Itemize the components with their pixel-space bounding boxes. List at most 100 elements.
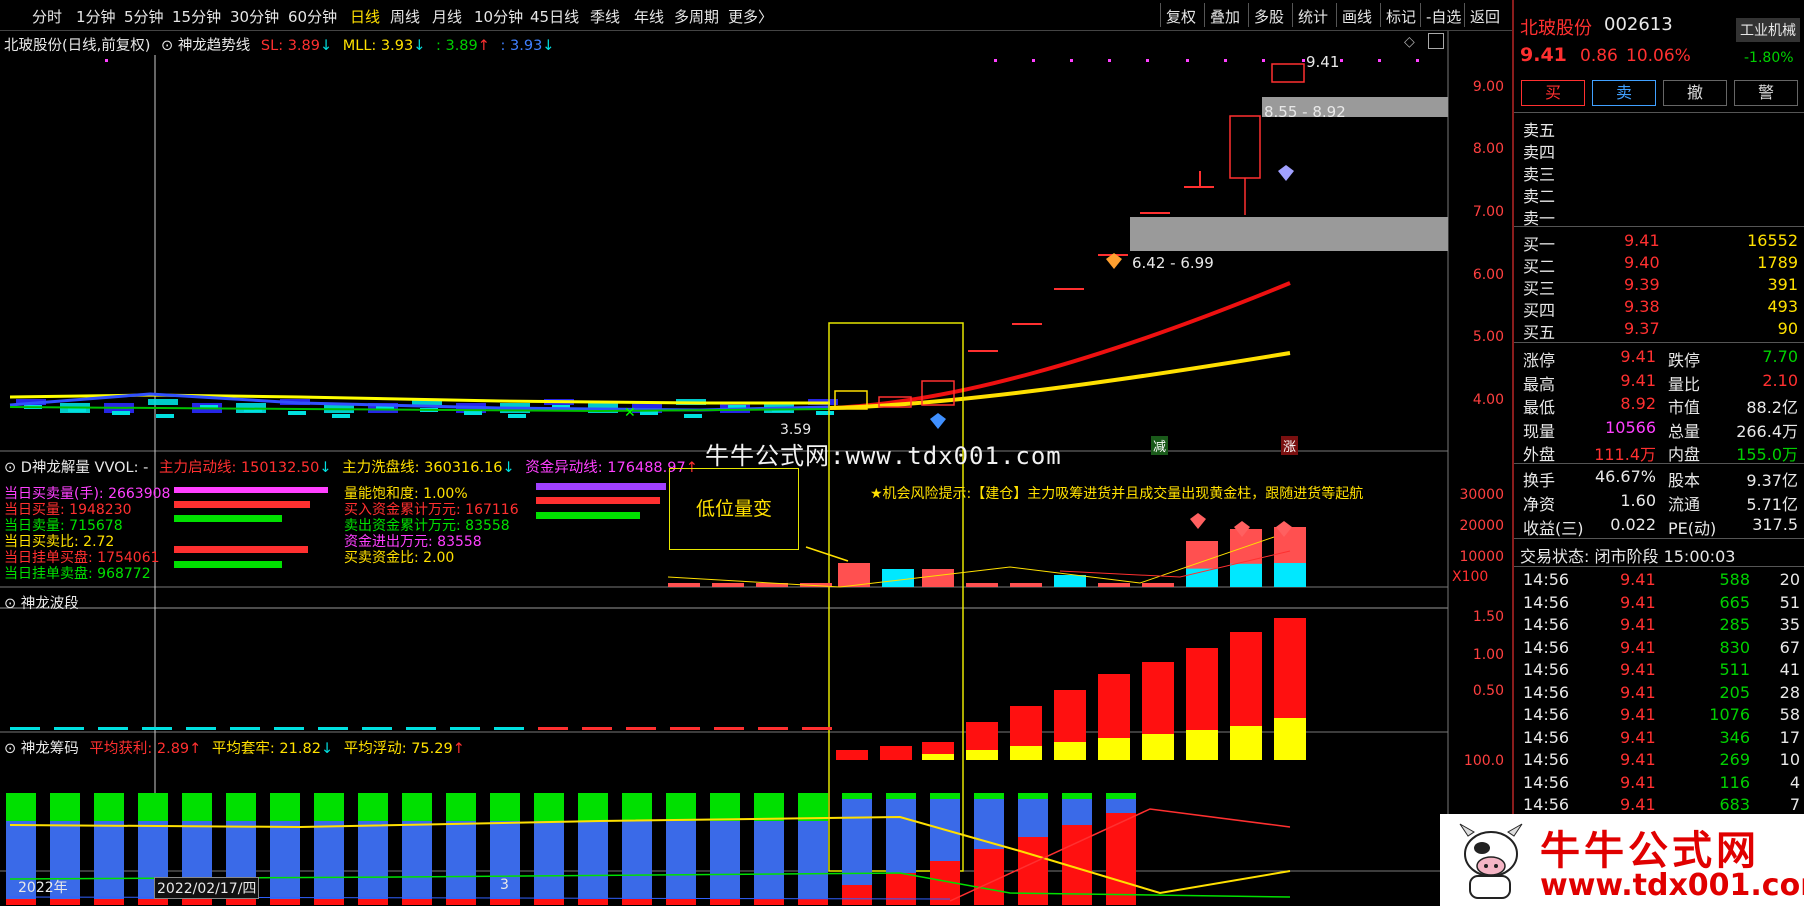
period-tab-6[interactable]: 日线 xyxy=(350,6,380,27)
quote-stat-row: 换手 46.67% 股本 9.37亿 xyxy=(1514,466,1804,490)
tool-button-1[interactable]: 叠加 xyxy=(1210,6,1240,27)
tool-button-5[interactable]: 标记 xyxy=(1386,6,1416,27)
collapse-icon[interactable]: ⊙ xyxy=(4,596,16,612)
period-tab-0[interactable]: 分时 xyxy=(32,6,62,27)
sell-level[interactable]: 卖四 xyxy=(1514,138,1804,162)
tick-row[interactable]: 14:56 9.41 511 41 xyxy=(1514,659,1804,681)
wave-bar xyxy=(362,727,392,730)
tick-row[interactable]: 14:56 9.41 588 20 xyxy=(1514,569,1804,591)
down-arrow-icon: ↓ xyxy=(319,460,332,476)
trade-button-3[interactable]: 警 xyxy=(1734,80,1798,106)
tick-volume: 511 xyxy=(1719,660,1750,679)
period-tab-7[interactable]: 周线 xyxy=(390,6,420,27)
buy-level[interactable]: 买一 9.41 16552 xyxy=(1514,230,1804,254)
trade-button-1[interactable]: 卖 xyxy=(1592,80,1656,106)
sell-level[interactable]: 卖五 xyxy=(1514,116,1804,140)
tick-price: 9.41 xyxy=(1620,615,1656,634)
buy-level[interactable]: 买三 9.39 391 xyxy=(1514,274,1804,298)
tool-button-4[interactable]: 画线 xyxy=(1342,6,1372,27)
vvol-header: ⊙ D神龙解量 VVOL: - 主力启动线: 150132.50↓ 主力洗盘线:… xyxy=(4,456,698,477)
period-tab-5[interactable]: 60分钟 xyxy=(288,6,337,27)
tick-price: 9.41 xyxy=(1620,772,1656,792)
tick-volume: 683 xyxy=(1719,795,1750,814)
collapse-icon[interactable]: ⊙ xyxy=(4,741,16,757)
main-wash-line: 主力洗盘线: 360316.16 xyxy=(342,460,503,476)
tick-time: 14:56 xyxy=(1523,660,1570,679)
tick-count: 51 xyxy=(1779,592,1800,612)
volume-bar xyxy=(838,563,870,587)
wave-bar xyxy=(406,727,436,730)
tick-row[interactable]: 14:56 9.41 116 4 xyxy=(1514,772,1804,794)
collapse-icon[interactable]: ⊙ xyxy=(4,460,16,476)
stat-label: 市值 xyxy=(1668,398,1701,417)
chip-bar xyxy=(1062,799,1092,825)
volume-bar xyxy=(966,583,998,587)
axis-tick-label: 1.00 xyxy=(1472,647,1504,663)
up-arrow-icon: ↑ xyxy=(477,38,490,54)
chip-bar xyxy=(842,885,872,905)
tick-row[interactable]: 14:56 9.41 269 10 xyxy=(1514,749,1804,771)
buy-level[interactable]: 买五 9.37 90 xyxy=(1514,318,1804,342)
tool-button-6[interactable]: -自选 xyxy=(1426,6,1461,27)
period-tab-1[interactable]: 1分钟 xyxy=(76,6,116,27)
sell-level[interactable]: 卖一 xyxy=(1514,204,1804,228)
period-tab-9[interactable]: 10分钟 xyxy=(474,6,523,27)
tick-row[interactable]: 14:56 9.41 205 28 xyxy=(1514,682,1804,704)
panel-toggle-icon[interactable] xyxy=(1428,33,1444,49)
axis-tick-label: 8.00 xyxy=(1472,141,1504,157)
period-tab-13[interactable]: 多周期 xyxy=(674,6,719,27)
buy-volume: 16552 xyxy=(1747,231,1798,250)
period-tab-4[interactable]: 30分钟 xyxy=(230,6,279,27)
candle xyxy=(1229,115,1261,179)
tick-price: 9.41 xyxy=(1620,682,1656,702)
avg-profit: 平均获利: 2.89 xyxy=(89,741,190,757)
period-tab-2[interactable]: 5分钟 xyxy=(124,6,164,27)
signal-dot xyxy=(1032,59,1035,62)
period-tab-10[interactable]: 45日线 xyxy=(530,6,579,27)
period-tab-11[interactable]: 季线 xyxy=(590,6,620,27)
diamond-icon[interactable]: ◇ xyxy=(1404,34,1415,50)
wave-bar xyxy=(880,746,912,760)
chip-bar xyxy=(754,821,784,899)
signal-dot xyxy=(1340,59,1343,62)
period-tab-3[interactable]: 15分钟 xyxy=(172,6,221,27)
trade-button-2[interactable]: 撤 xyxy=(1663,80,1727,106)
period-tab-12[interactable]: 年线 xyxy=(634,6,664,27)
tick-price: 9.41 xyxy=(1620,592,1656,612)
tick-row[interactable]: 14:56 9.41 285 35 xyxy=(1514,614,1804,636)
tick-row[interactable]: 14:56 9.41 683 7 xyxy=(1514,794,1804,816)
tool-button-3[interactable]: 统计 xyxy=(1298,6,1328,27)
mll-value: MLL: 3.93 xyxy=(342,38,414,54)
period-tab-8[interactable]: 月线 xyxy=(432,6,462,27)
candle xyxy=(464,411,482,415)
industry-label[interactable]: 工业机械 xyxy=(1736,18,1800,42)
sell-level[interactable]: 卖二 xyxy=(1514,182,1804,206)
tool-button-2[interactable]: 多股 xyxy=(1254,6,1284,27)
tick-row[interactable]: 14:56 9.41 830 67 xyxy=(1514,637,1804,659)
chip-bar xyxy=(710,899,740,905)
tick-row[interactable]: 14:56 9.41 1076 58 xyxy=(1514,704,1804,726)
chip-bar xyxy=(1062,793,1092,799)
chip-bar xyxy=(1106,799,1136,813)
volume-bar xyxy=(882,569,914,587)
chip-bar xyxy=(270,821,300,899)
candle xyxy=(816,411,834,415)
trade-button-0[interactable]: 买 xyxy=(1521,80,1585,106)
chart-area[interactable]: ✕ 北玻股份(日线,前复权) ⊙ 神龙趋势线 SL: 3.89↓ MLL: 3.… xyxy=(0,31,1512,906)
tick-time: 14:56 xyxy=(1523,795,1570,814)
tick-row[interactable]: 14:56 9.41 346 17 xyxy=(1514,727,1804,749)
tick-count: 7 xyxy=(1789,795,1800,814)
collapse-icon[interactable]: ⊙ xyxy=(161,38,173,54)
buy-level[interactable]: 买二 9.40 1789 xyxy=(1514,252,1804,276)
buy-level[interactable]: 买四 9.38 493 xyxy=(1514,296,1804,320)
tick-row[interactable]: 14:56 9.41 665 51 xyxy=(1514,592,1804,614)
chip-bar xyxy=(446,793,476,821)
rise-tag: 涨 xyxy=(1281,436,1299,455)
wave-bar xyxy=(98,727,128,730)
tick-time: 14:56 xyxy=(1523,727,1570,747)
period-tab-14[interactable]: 更多〉 xyxy=(728,6,773,27)
candle xyxy=(508,414,526,418)
tool-button-0[interactable]: 复权 xyxy=(1166,6,1196,27)
sell-level[interactable]: 卖三 xyxy=(1514,160,1804,184)
tool-button-7[interactable]: 返回 xyxy=(1470,6,1500,27)
